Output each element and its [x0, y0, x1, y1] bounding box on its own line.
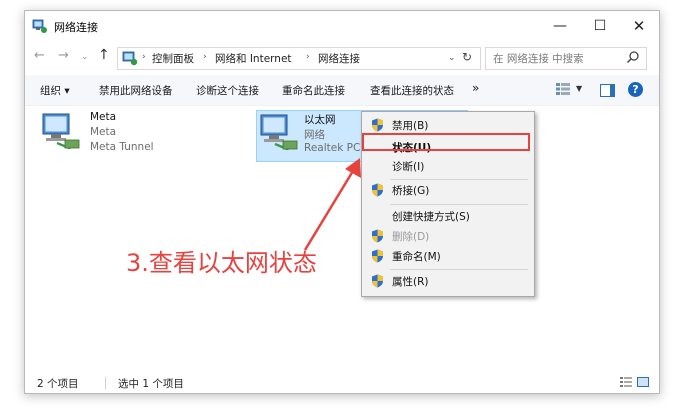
annotation-arrow: [303, 158, 361, 251]
annotation-text: 3.查看以太网状态: [126, 249, 317, 277]
